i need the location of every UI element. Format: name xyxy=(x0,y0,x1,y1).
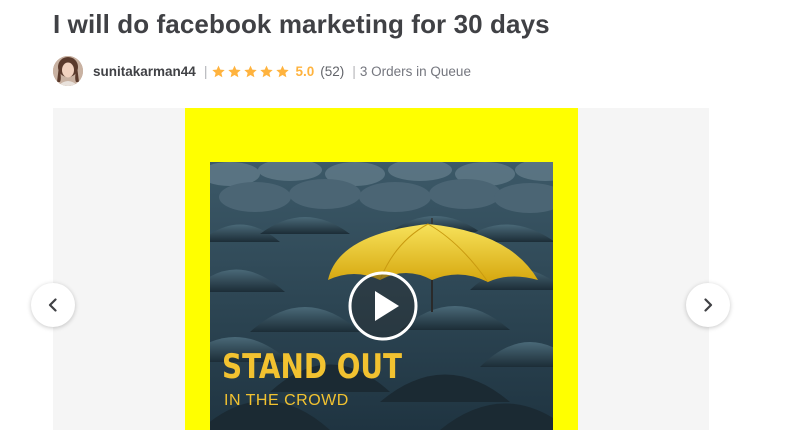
rating-stars xyxy=(211,64,290,79)
gig-gallery: STAND OUT IN THE CROWD xyxy=(53,108,709,430)
play-icon xyxy=(348,271,418,341)
separator: | xyxy=(203,63,208,79)
rating-score: 5.0 xyxy=(295,63,315,79)
gig-title: I will do facebook marketing for 30 days xyxy=(53,9,550,39)
star-icon xyxy=(260,65,274,77)
gig-page: I will do facebook marketing for 30 days… xyxy=(0,0,800,430)
star-icon xyxy=(276,65,290,77)
avatar-photo-icon xyxy=(53,56,83,86)
separator: | xyxy=(352,63,356,79)
star-icon xyxy=(244,65,258,77)
seller-username-link[interactable]: sunitakarman44 xyxy=(93,64,196,79)
orders-in-queue: 3 Orders in Queue xyxy=(359,63,471,79)
video-poster: STAND OUT IN THE CROWD xyxy=(210,162,553,430)
chevron-right-icon xyxy=(704,298,713,312)
gallery-next-button[interactable] xyxy=(686,283,730,327)
gallery-prev-button[interactable] xyxy=(31,283,75,327)
review-count-link[interactable]: (52) xyxy=(320,64,344,79)
video-play-button[interactable] xyxy=(346,269,420,343)
poster-headline: STAND OUT xyxy=(222,347,403,387)
gallery-media-slide[interactable]: STAND OUT IN THE CROWD xyxy=(185,108,578,430)
star-icon xyxy=(212,65,226,77)
star-icon xyxy=(228,65,242,77)
poster-subline: IN THE CROWD xyxy=(224,392,349,409)
seller-overview: sunitakarman44 | 5.0 (52) | 3 Orders in … xyxy=(53,56,471,86)
chevron-left-icon xyxy=(48,298,57,312)
seller-avatar[interactable] xyxy=(53,56,83,86)
